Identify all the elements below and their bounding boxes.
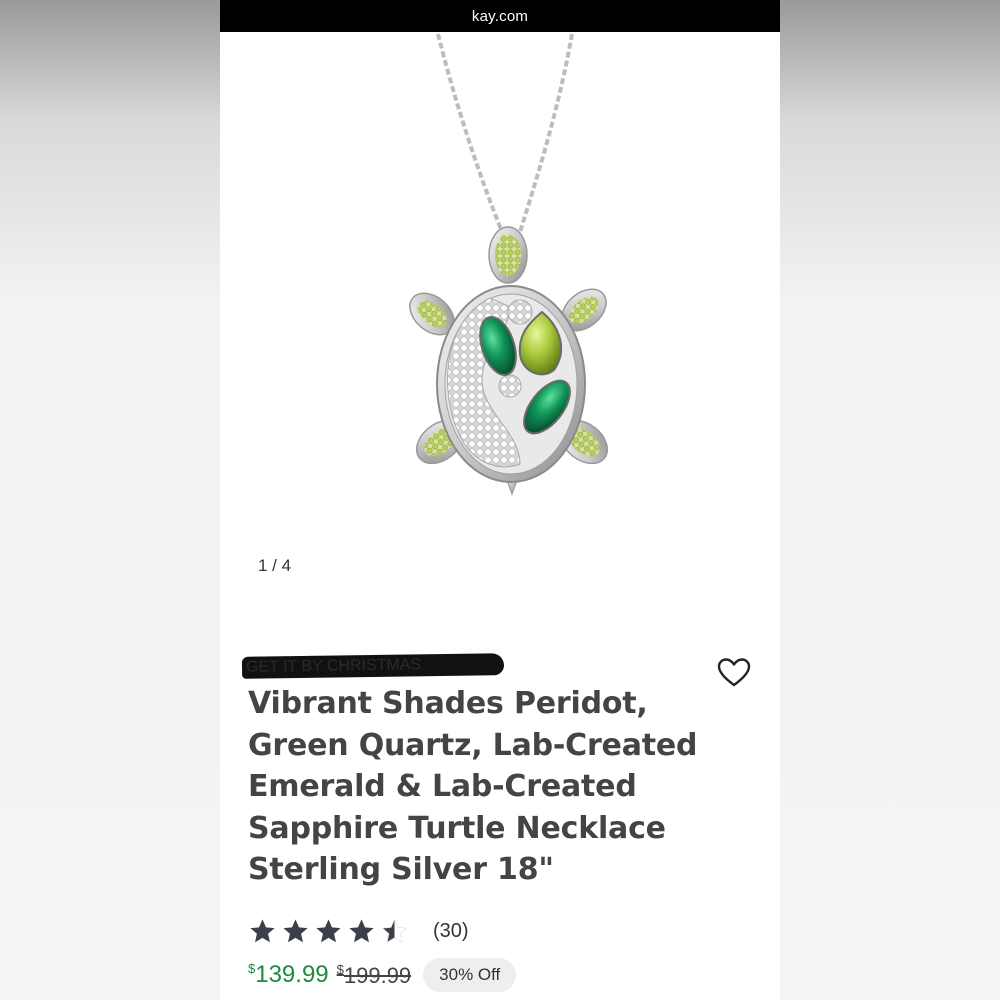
discount-badge: 30% Off — [423, 958, 517, 992]
star-icon — [250, 918, 275, 942]
star-icon — [349, 918, 374, 942]
original-price: $199.99 — [337, 962, 412, 989]
address-bar[interactable]: kay.com — [220, 0, 780, 32]
price-row: $139.99 $199.99 30% Off — [248, 958, 517, 992]
original-price-value: 199.99 — [343, 962, 412, 988]
product-image[interactable] — [220, 32, 780, 542]
background-blur-right — [780, 0, 1000, 1000]
sale-price: $139.99 — [248, 961, 329, 989]
sale-price-value: 139.99 — [255, 961, 329, 988]
star-icon — [316, 918, 341, 942]
url-text: kay.com — [471, 7, 529, 25]
phone-screen: kay.com 1 / 4 GET IT BY CHRISTMAS Vibran… — [220, 0, 780, 1000]
image-pager: 1 / 4 — [258, 556, 292, 575]
currency-symbol: $ — [336, 961, 344, 977]
promo-badge: GET IT BY CHRISTMAS — [241, 653, 505, 679]
star-icon — [283, 918, 308, 942]
product-title: Vibrant Shades Peridot, Green Quartz, La… — [248, 686, 698, 887]
rating-stars — [248, 917, 409, 946]
rating[interactable]: (30) — [248, 914, 469, 948]
star-half-icon — [381, 918, 408, 943]
background-blur-left — [0, 0, 220, 1000]
review-count[interactable]: (30) — [433, 920, 469, 943]
